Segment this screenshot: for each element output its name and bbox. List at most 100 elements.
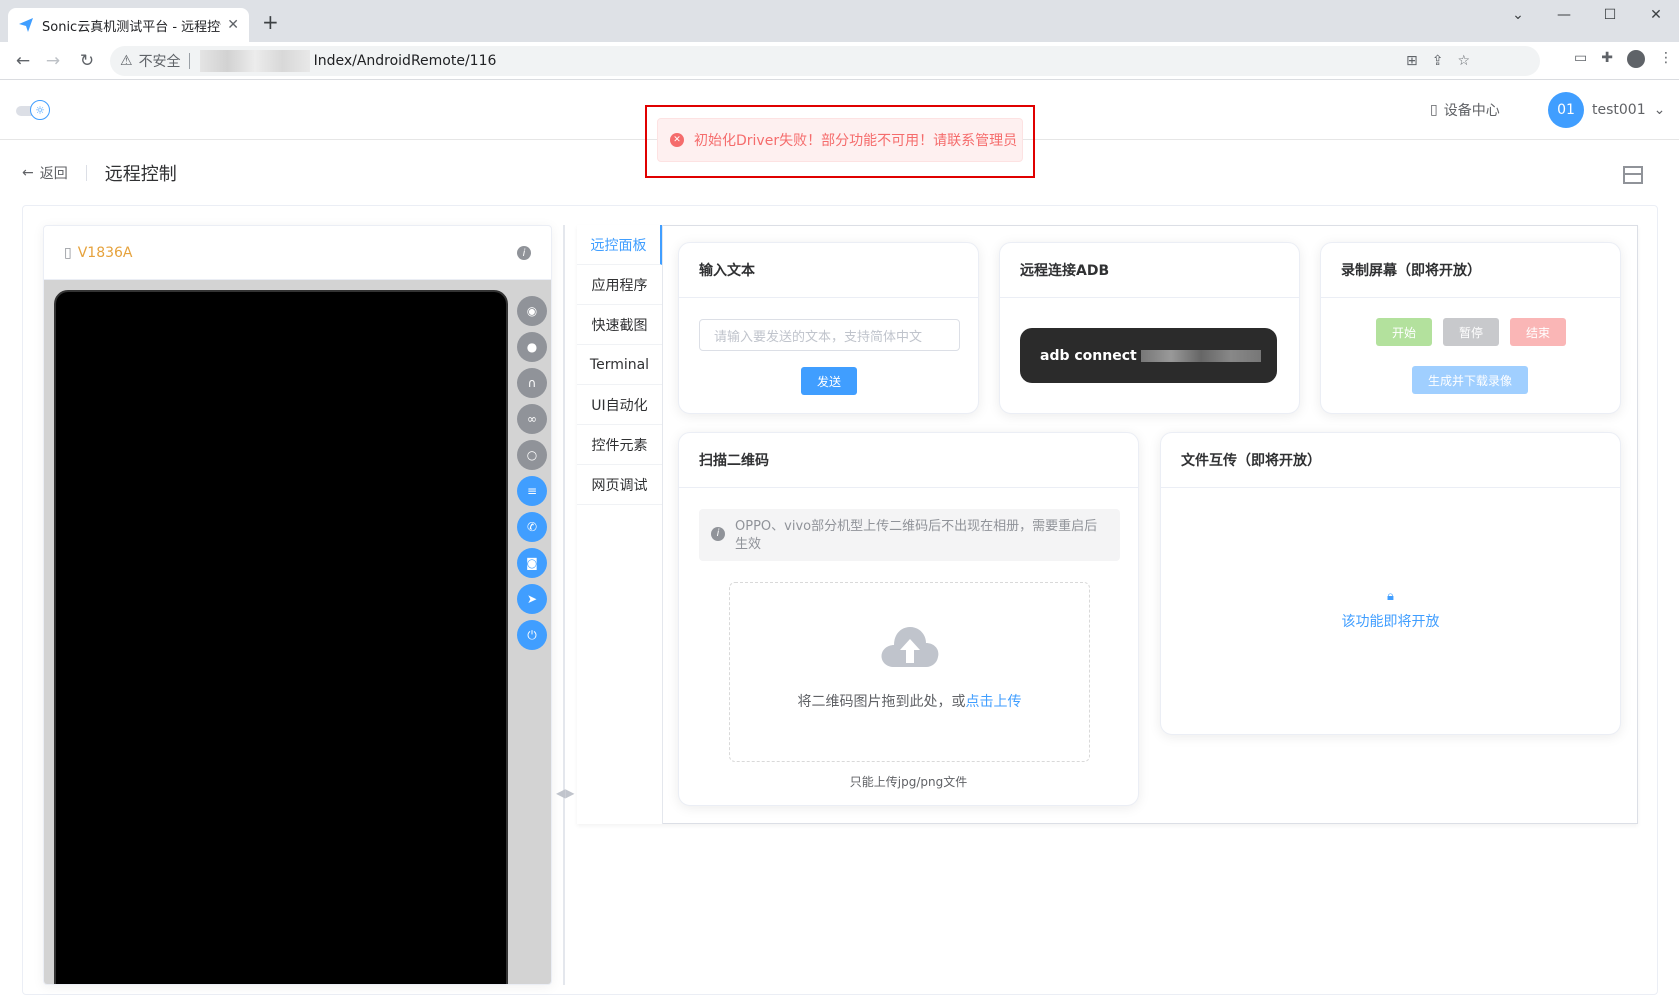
link-icon[interactable]: ∞ [517, 404, 547, 434]
tab-search-icon[interactable]: ⌄ [1495, 0, 1541, 30]
menu-kebab-icon[interactable]: ⋮ [1659, 50, 1673, 68]
arrow-left-icon: ← [22, 165, 34, 181]
back-arrow-icon[interactable]: ← [12, 50, 34, 72]
address-bar[interactable]: ⚠ 不安全 Index/AndroidRemote/116 ⊞ ⇪ ☆ [110, 46, 1540, 76]
user-menu[interactable]: 01 test001 ⌄ [1548, 92, 1665, 128]
tab-ui-automation[interactable]: UI自动化 [577, 385, 662, 425]
share-icon[interactable]: ⇪ [1432, 53, 1444, 69]
insecure-label: 不安全 [138, 54, 181, 70]
phone-call-icon[interactable]: ✆ [517, 512, 547, 542]
drop-text: 将二维码图片拖到此处，或点击上传 [730, 691, 1089, 711]
device-card: ▯ V1836A i ◉ ● ∩ ∞ ○ ≡ ✆ ◙ ➤ ⏻ [43, 225, 552, 985]
card-title: 扫描二维码 [679, 433, 1138, 488]
maximize-icon[interactable]: ☐ [1587, 0, 1633, 30]
forward-arrow-icon[interactable]: → [42, 50, 64, 72]
tab-applications[interactable]: 应用程序 [577, 265, 662, 305]
browser-toolbar: ← → ↻ ⚠ 不安全 Index/AndroidRemote/116 ⊞ ⇪ … [0, 42, 1679, 80]
profile-icon[interactable] [1627, 50, 1645, 68]
adb-command: adb connect [1040, 347, 1137, 364]
upload-tip: 只能上传jpg/png文件 [849, 775, 968, 789]
eye-icon[interactable]: ◉ [517, 296, 547, 326]
stop-record-button[interactable]: 结束 [1510, 318, 1566, 346]
send-button[interactable]: 发送 [801, 367, 857, 395]
card-title: 文件互传（即将开放） [1161, 433, 1620, 488]
browser-tab[interactable]: Sonic云真机测试平台 - 远程控制 ✕ [8, 8, 249, 42]
tab-web-debug[interactable]: 网页调试 [577, 465, 662, 505]
drag-handle-icon[interactable]: ◀▶ [556, 786, 574, 800]
device-center-link[interactable]: ▯ 设备中心 [1430, 100, 1500, 120]
screen-area: ◉ ● ∩ ∞ ○ ≡ ✆ ◙ ➤ ⏻ [44, 280, 551, 984]
device-screen[interactable] [54, 290, 508, 984]
avatar: 01 [1548, 92, 1584, 128]
browser-tab-bar: Sonic云真机测试平台 - 远程控制 ✕ + ⌄ — ☐ ✕ [0, 0, 1679, 42]
search-icon[interactable]: ○ [517, 440, 547, 470]
camera-icon[interactable]: ◙ [517, 548, 547, 578]
browser-tab-title: Sonic云真机测试平台 - 远程控制 [42, 19, 222, 35]
upload-dropzone[interactable]: 将二维码图片拖到此处，或点击上传 [729, 582, 1090, 762]
notice-text: OPPO、vivo部分机型上传二维码后不出现在相册，需要重启后生效 [735, 519, 1098, 552]
extensions-puzzle-icon[interactable]: ✚ [1601, 50, 1613, 68]
adb-command-box[interactable]: adb connect [1020, 328, 1277, 383]
page-title: 远程控制 [104, 164, 177, 185]
theme-toggle[interactable]: ☼ [16, 100, 50, 120]
sun-icon: ☼ [30, 100, 50, 120]
translate-icon[interactable]: ⊞ [1406, 53, 1418, 69]
card-title: 远程连接ADB [1000, 243, 1299, 298]
tab-terminal[interactable]: Terminal [577, 345, 662, 385]
start-record-button[interactable]: 开始 [1376, 318, 1432, 346]
phone-icon: ▯ [64, 244, 72, 261]
warning-icon: ⚠ [120, 53, 133, 69]
toast-message: 初始化Driver失败！部分功能不可用！请联系管理员 [694, 133, 1018, 149]
close-window-icon[interactable]: ✕ [1633, 0, 1679, 30]
settings-sliders-icon[interactable]: ≡ [517, 476, 547, 506]
tab-elements[interactable]: 控件元素 [577, 425, 662, 465]
info-icon[interactable]: i [517, 246, 531, 260]
download-record-button[interactable]: 生成并下载录像 [1412, 366, 1528, 394]
reading-list-icon[interactable]: ▭ [1574, 50, 1587, 68]
click-upload-link[interactable]: 点击上传 [966, 694, 1022, 710]
adb-card: 远程连接ADB adb connect [999, 242, 1300, 414]
address-actions: ⊞ ⇪ ☆ [1406, 46, 1470, 76]
coming-soon-text: 该功能即将开放 [1341, 614, 1440, 630]
file-transfer-card: 文件互传（即将开放） 🔒︎ 该功能即将开放 [1160, 432, 1621, 735]
drop-instruction: 将二维码图片拖到此处，或 [797, 694, 966, 710]
navigation-icon[interactable]: ➤ [517, 584, 547, 614]
user-icon[interactable]: ● [517, 332, 547, 362]
close-tab-icon[interactable]: ✕ [227, 17, 239, 33]
lock-icon: 🔒︎ [1387, 589, 1394, 604]
redacted-address [1140, 349, 1261, 362]
reload-icon[interactable]: ↻ [76, 50, 98, 72]
device-header: ▯ V1836A i [44, 226, 551, 280]
url-path: Index/AndroidRemote/116 [313, 53, 497, 69]
chevron-down-icon: ⌄ [1653, 102, 1666, 118]
back-button[interactable]: ← 返回 [22, 163, 68, 183]
pause-record-button[interactable]: 暂停 [1443, 318, 1499, 346]
header-divider [85, 165, 87, 181]
text-input[interactable]: 请输入要发送的文本，支持简体中文 [699, 319, 960, 351]
error-circle-icon: ✕ [670, 133, 684, 147]
headset-icon[interactable]: ∩ [517, 368, 547, 398]
qr-notice: i OPPO、vivo部分机型上传二维码后不出现在相册，需要重启后生效 [699, 509, 1120, 561]
tab-screenshot[interactable]: 快速截图 [577, 305, 662, 345]
bookmark-star-icon[interactable]: ☆ [1457, 53, 1470, 69]
paper-plane-icon [19, 18, 33, 32]
page-header: ← 返回 远程控制 [22, 160, 177, 186]
username: test001 [1592, 102, 1646, 118]
address-divider [188, 53, 190, 69]
redacted-host [199, 50, 310, 72]
card-title: 录制屏幕（即将开放） [1321, 243, 1620, 298]
vertical-tabs: 远控面板 应用程序 快速截图 Terminal UI自动化 控件元素 网页调试 [577, 225, 663, 824]
extension-area: ▭ ✚ ⋮ [1574, 50, 1673, 68]
phone-icon: ▯ [1430, 102, 1438, 118]
layout-toggle-icon[interactable] [1623, 166, 1643, 184]
window-controls: ⌄ — ☐ ✕ [1495, 0, 1679, 30]
info-icon: i [711, 527, 725, 541]
input-text-card: 输入文本 请输入要发送的文本，支持简体中文 发送 [678, 242, 979, 414]
power-icon[interactable]: ⏻ [517, 620, 547, 650]
split-divider[interactable] [563, 225, 565, 985]
qr-card: 扫描二维码 i OPPO、vivo部分机型上传二维码后不出现在相册，需要重启后生… [678, 432, 1139, 806]
minimize-icon[interactable]: — [1541, 0, 1587, 30]
new-tab-button[interactable]: + [262, 12, 279, 32]
card-title: 输入文本 [679, 243, 978, 298]
tab-remote-panel[interactable]: 远控面板 [577, 225, 662, 265]
